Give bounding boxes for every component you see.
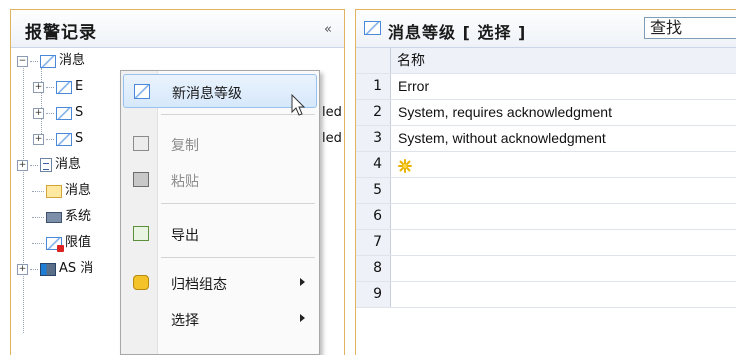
- name-cell[interactable]: Error: [398, 74, 429, 99]
- row-number[interactable]: 8: [356, 256, 391, 281]
- tree-node-label-suffix: led: [322, 131, 342, 146]
- menu-item-label: 新消息等级: [172, 86, 242, 102]
- menu-item-export[interactable]: 导出: [123, 217, 317, 251]
- collapse-toggle-icon[interactable]: −: [17, 55, 28, 67]
- submenu-arrow-icon: [300, 278, 305, 286]
- right-pane-header: 消息等级 [ 选择 ] 查找: [356, 10, 736, 48]
- table-row[interactable]: 9: [356, 282, 736, 308]
- table-row[interactable]: 1 Error: [356, 74, 736, 100]
- row-number[interactable]: 4: [356, 152, 391, 177]
- envelope-icon: [364, 21, 381, 35]
- table-row[interactable]: 6: [356, 204, 736, 230]
- row-number[interactable]: 2: [356, 100, 391, 125]
- context-menu: 新消息等级 复制 粘贴 导出 归档组态 选择: [120, 70, 320, 355]
- row-number[interactable]: 1: [356, 74, 391, 99]
- left-pane-header: 报警记录 «: [11, 10, 344, 48]
- alert-envelope-icon: [46, 236, 64, 252]
- message-class-pane: 消息等级 [ 选择 ] 查找 名称 1 Error 2 System, requ…: [355, 9, 736, 355]
- expand-toggle-icon[interactable]: +: [17, 159, 28, 171]
- column-header-name[interactable]: 名称: [397, 48, 425, 73]
- menu-item-label: 复制: [171, 138, 199, 154]
- envelope-icon: [56, 132, 72, 146]
- table-row[interactable]: 3 System, without acknowledgment: [356, 126, 736, 152]
- expand-toggle-icon[interactable]: +: [33, 107, 44, 119]
- tree-node-label: E: [75, 79, 84, 94]
- menu-item-label: 粘贴: [171, 174, 199, 190]
- menu-separator: [161, 203, 315, 204]
- row-number-header: [356, 48, 391, 73]
- menu-item-label: 选择: [171, 313, 199, 329]
- archive-icon: [133, 275, 149, 290]
- envelope-icon: [56, 106, 72, 120]
- envelope-icon: [56, 80, 72, 94]
- copy-icon: [133, 136, 149, 151]
- menu-separator: [161, 257, 315, 258]
- message-class-table: 名称 1 Error 2 System, requires acknowledg…: [356, 48, 736, 355]
- menu-item-new-message-class[interactable]: 新消息等级: [123, 74, 317, 108]
- row-number[interactable]: 9: [356, 282, 391, 307]
- computer-icon: [46, 211, 62, 223]
- tree-node-label: 消息: [59, 53, 86, 68]
- table-row[interactable]: 7: [356, 230, 736, 256]
- menu-item-label: 导出: [171, 228, 199, 244]
- collapse-pane-button[interactable]: «: [324, 22, 332, 37]
- table-row[interactable]: 8: [356, 256, 736, 282]
- row-number[interactable]: 7: [356, 230, 391, 255]
- tree-node-message-groups[interactable]: 消息: [30, 178, 91, 204]
- table-header-row: 名称: [356, 48, 736, 74]
- envelope-icon: [134, 84, 150, 99]
- table-row-new[interactable]: 4: [356, 152, 736, 178]
- tree-node-label: 消息: [55, 157, 82, 172]
- document-icon: [40, 158, 52, 172]
- tree-node-error[interactable]: + E: [33, 74, 83, 100]
- left-pane-title: 报警记录: [25, 23, 97, 43]
- right-pane-title: 消息等级 [ 选择 ]: [388, 23, 527, 42]
- tree-node-as[interactable]: + AS 消: [17, 256, 93, 282]
- envelope-icon: [40, 54, 56, 68]
- tree-node-label: 限值: [65, 235, 92, 250]
- tree-node-messages[interactable]: − 消息: [17, 48, 85, 74]
- menu-item-paste[interactable]: 粘贴: [123, 163, 317, 197]
- expand-toggle-icon[interactable]: +: [33, 81, 44, 93]
- tree-node-message-blocks[interactable]: + 消息: [17, 152, 81, 178]
- row-number[interactable]: 3: [356, 126, 391, 151]
- name-cell[interactable]: System, requires acknowledgment: [398, 100, 612, 125]
- menu-item-label: 归档组态: [171, 277, 227, 293]
- row-number[interactable]: 5: [356, 178, 391, 203]
- row-number[interactable]: 6: [356, 204, 391, 229]
- yellow-envelope-icon: [46, 184, 62, 198]
- app-window: 报警记录 « − 消息 + E + S led + S led + 消息 消息 …: [0, 0, 736, 355]
- tree-connector-line: [23, 68, 24, 333]
- tree-node-system[interactable]: 系统: [30, 204, 91, 230]
- menu-item-archive-config[interactable]: 归档组态: [123, 266, 317, 300]
- server-icon: [40, 262, 56, 276]
- tree-node-limit[interactable]: 限值: [30, 230, 91, 256]
- tree-node-label: AS 消: [59, 261, 94, 276]
- search-input[interactable]: 查找: [644, 17, 736, 39]
- tree-node-label: 系统: [65, 209, 92, 224]
- tree-node-label-suffix: led: [322, 105, 342, 120]
- tree-node-label: S: [75, 105, 84, 120]
- menu-item-select[interactable]: 选择: [123, 302, 317, 336]
- paste-icon: [133, 172, 149, 187]
- expand-toggle-icon[interactable]: +: [33, 133, 44, 145]
- export-icon: [133, 226, 149, 241]
- table-row[interactable]: 5: [356, 178, 736, 204]
- menu-item-copy[interactable]: 复制: [123, 127, 317, 161]
- tree-node-label: 消息: [65, 183, 92, 198]
- name-cell[interactable]: System, without acknowledgment: [398, 126, 606, 151]
- tree-node-label: S: [75, 131, 84, 146]
- table-row[interactable]: 2 System, requires acknowledgment: [356, 100, 736, 126]
- sparkle-icon: [398, 158, 412, 173]
- submenu-arrow-icon: [300, 314, 305, 322]
- expand-toggle-icon[interactable]: +: [17, 263, 28, 275]
